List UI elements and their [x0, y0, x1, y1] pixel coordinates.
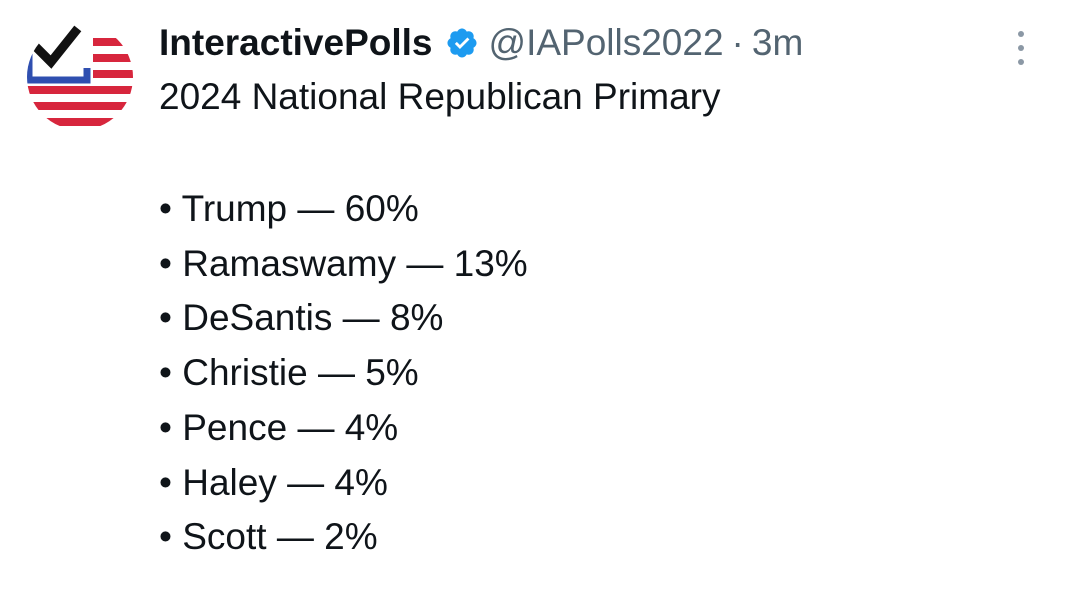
result-candidate: Scott — [182, 516, 267, 558]
result-bullet: • — [159, 297, 172, 339]
result-bullet: • — [159, 188, 172, 229]
result-item: • Christie — 5% — [159, 346, 528, 401]
result-bullet: • — [159, 406, 172, 448]
more-options-icon[interactable] — [1010, 28, 1032, 68]
result-item: • Pence — 4% — [159, 401, 528, 456]
avatar[interactable] — [27, 24, 133, 130]
tweet-timestamp[interactable]: 3m — [752, 18, 803, 68]
result-value: 13% — [453, 242, 528, 284]
result-value: 2% — [324, 516, 378, 558]
result-dash: — — [342, 297, 380, 339]
result-candidate: Trump — [181, 188, 288, 229]
result-value: 4% — [334, 461, 388, 503]
flag-checkmark-logo-icon — [27, 24, 133, 130]
result-dash: — — [406, 242, 444, 284]
result-dash: — — [317, 352, 355, 394]
poll-results-list: • Trump — 60% • Ramaswamy — 13% • DeSantis… — [159, 182, 528, 565]
result-item: • Trump — 60% — [159, 182, 528, 237]
tweet-text: 2024 National Republican Primary — [159, 76, 721, 117]
author-display-name[interactable]: InteractivePolls — [159, 18, 433, 68]
result-value: 4% — [344, 406, 399, 448]
result-value: 5% — [365, 352, 419, 394]
separator-dot: · — [731, 22, 744, 63]
tweet-header: InteractivePolls @IAPolls2022 · 3m — [159, 18, 803, 68]
author-handle[interactable]: @IAPolls2022 — [489, 18, 724, 68]
result-candidate: Christie — [182, 352, 308, 394]
result-bullet: • — [159, 352, 172, 394]
tweet[interactable]: InteractivePolls @IAPolls2022 · 3m 2024 … — [0, 0, 1070, 604]
result-item: • Ramaswamy — 13% — [159, 237, 528, 292]
result-bullet: • — [159, 461, 172, 503]
result-value: 8% — [389, 297, 444, 339]
result-candidate: Haley — [182, 461, 277, 503]
result-dash: — — [276, 516, 314, 558]
result-item: • Scott — 2% — [159, 510, 528, 565]
result-value: 60% — [344, 188, 419, 229]
result-candidate: Pence — [182, 406, 288, 448]
result-bullet: • — [159, 516, 172, 558]
result-dash: — — [297, 406, 335, 448]
result-bullet: • — [159, 242, 172, 284]
result-item: • Haley — 4% — [159, 456, 528, 511]
result-candidate: Ramaswamy — [182, 242, 397, 284]
result-candidate: DeSantis — [182, 297, 333, 339]
result-dash: — — [297, 188, 335, 229]
result-dash: — — [287, 461, 325, 503]
verified-badge-icon — [445, 26, 479, 60]
result-item: • DeSantis — 8% — [159, 291, 528, 346]
